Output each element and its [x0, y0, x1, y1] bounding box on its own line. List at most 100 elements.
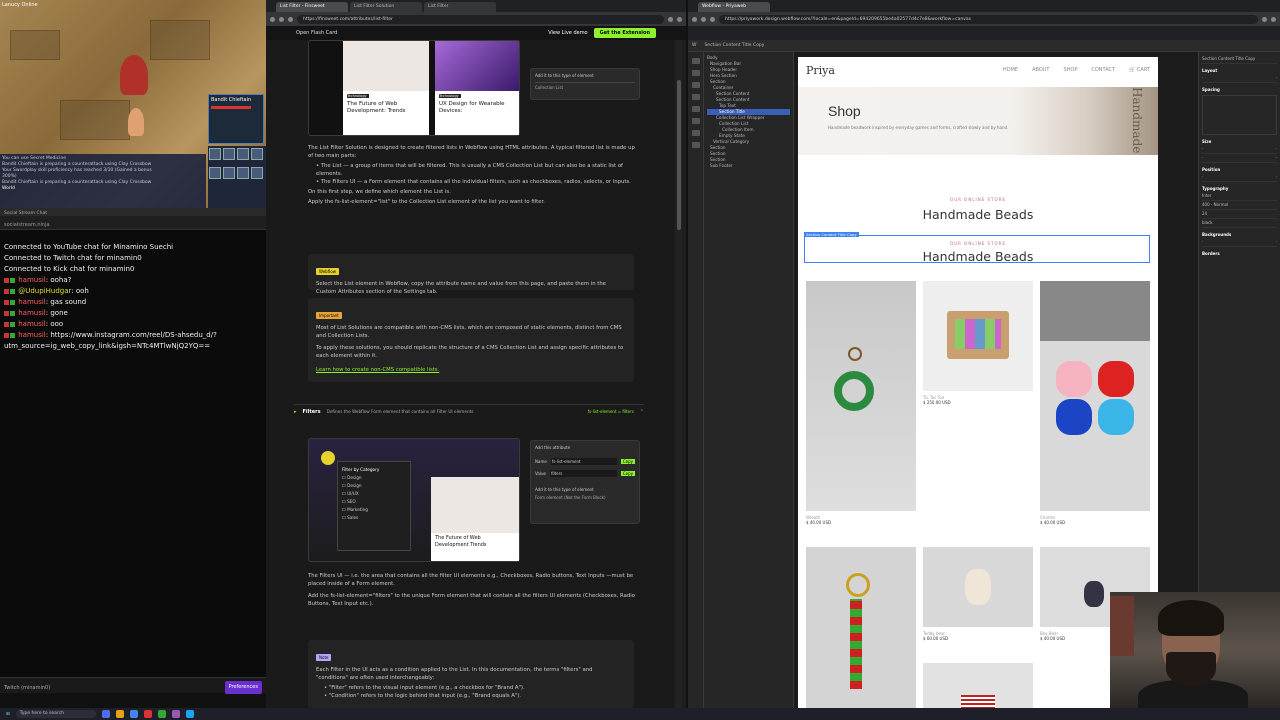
enemy-sprite[interactable] [120, 55, 148, 95]
filters-section-header[interactable]: ▸ Filters Defines the Webflow Form eleme… [294, 404, 644, 418]
get-extension-button[interactable]: Get the Extension [593, 28, 656, 38]
copy-button[interactable]: Copy [620, 459, 635, 464]
url-input[interactable]: https://priyawork.design.webflow.com/?lo… [719, 14, 1258, 24]
product-card[interactable] [806, 547, 916, 708]
assets-icon[interactable] [691, 130, 700, 136]
panel-section-header[interactable]: Borders [1202, 251, 1277, 257]
preferences-button[interactable]: Preferences [224, 681, 262, 694]
skill-slot[interactable] [251, 167, 263, 179]
chat-link[interactable]: https://www.instagram.com/reel/DS-ahsedu… [50, 331, 216, 339]
product-card[interactable]: Tic Tac Toe $ 250.00 USD [923, 281, 1033, 405]
filter-option[interactable]: ☐ Design [342, 482, 406, 490]
extension-icon[interactable] [1262, 16, 1267, 22]
profile-icon[interactable] [1271, 16, 1276, 22]
chevron-up-icon[interactable]: ⌃ [640, 409, 644, 415]
nav-link[interactable]: HOME [1003, 67, 1018, 73]
spacing-box[interactable] [1202, 95, 1277, 135]
product-card[interactable]: Teddy bear $ 60.00 USD [923, 547, 1033, 641]
filter-option[interactable]: ☐ Design [342, 474, 406, 482]
nav-link[interactable]: CONTACT [1091, 67, 1115, 73]
weight-row[interactable]: 400 - Normal [1202, 201, 1277, 210]
chat-link[interactable]: utm_source=ig_web_copy_link&igsh=NTc4MTl… [4, 342, 210, 350]
filter-option[interactable]: ☐ Marketing [342, 506, 406, 514]
product-card[interactable]: Charms $ 40.00 USD [1040, 281, 1150, 525]
filters-attribute-chip[interactable]: fs-list-element = filters [588, 409, 634, 414]
panel-row[interactable]: · · [1202, 145, 1277, 154]
site-preview[interactable]: Priya HOME ABOUT SHOP CONTACT 🛒 CART Sho… [798, 57, 1158, 708]
components-icon[interactable] [691, 94, 700, 100]
app-icon[interactable] [143, 710, 152, 718]
attribute-name-value[interactable]: fs-list-element [550, 458, 617, 465]
panel-row[interactable]: · · [1202, 238, 1277, 247]
scrollbar-thumb[interactable] [677, 80, 681, 230]
reload-icon[interactable] [288, 16, 293, 22]
non-cms-lists-link[interactable]: Learn how to create non-CMS compatible l… [316, 366, 626, 374]
font-row[interactable]: Inter [1202, 192, 1277, 201]
product-card[interactable] [923, 663, 1033, 708]
skill-slot[interactable] [223, 148, 235, 160]
game-chat-tab[interactable]: World [2, 186, 204, 192]
back-icon[interactable] [270, 16, 275, 22]
skill-slot[interactable] [209, 148, 221, 160]
back-icon[interactable] [692, 16, 697, 22]
panel-row[interactable]: · · [1202, 173, 1277, 182]
styles-icon[interactable] [691, 118, 700, 124]
selector-label[interactable]: Section Content Title Copy [1202, 56, 1255, 62]
cart-link[interactable]: 🛒 CART [1129, 67, 1150, 73]
file-explorer-icon[interactable] [115, 710, 124, 718]
windows-start-icon[interactable]: ⊞ [6, 712, 10, 717]
expand-icon[interactable]: ▸ [294, 409, 297, 415]
url-input[interactable]: https://finsweet.com/attributes/list-fil… [297, 14, 664, 24]
obs-icon[interactable] [171, 710, 180, 718]
filter-option[interactable]: ☐ Sales [342, 514, 406, 522]
panel-section-header[interactable]: Spacing [1202, 87, 1277, 93]
size-value[interactable]: 24 [1202, 211, 1207, 217]
browser-tab[interactable]: List Filter - Finsweet [276, 2, 348, 12]
game-window[interactable]: Lanucy Online Bandit Chieftain You can u… [0, 0, 266, 208]
site-logo[interactable]: Priya [806, 64, 835, 77]
skill-slot[interactable] [251, 148, 263, 160]
browser-tab[interactable]: List Filter [424, 2, 496, 12]
browser-tab[interactable]: List Filter Solution [350, 2, 422, 12]
weight-value[interactable]: 400 - Normal [1202, 202, 1228, 208]
live-demo-link[interactable]: View Live demo [548, 30, 587, 36]
taskbar-search[interactable]: Type here to search [15, 710, 96, 718]
selector-row[interactable]: Section Content Title Copy [1202, 55, 1277, 64]
filter-option[interactable]: ☐ SEO [342, 498, 406, 506]
app-icon[interactable] [157, 710, 166, 718]
webflow-logo-icon[interactable]: W [692, 43, 696, 48]
variables-icon[interactable] [691, 106, 700, 112]
panel-row[interactable]: · · [1202, 74, 1277, 83]
navigator-icon[interactable] [691, 82, 700, 88]
product-card[interactable]: Wreath $ 40.00 USD [806, 281, 916, 525]
task-view-icon[interactable] [101, 710, 110, 718]
skill-slot[interactable] [223, 167, 235, 179]
size-row[interactable]: 24 [1202, 210, 1277, 219]
chrome-icon[interactable] [129, 710, 138, 718]
navigator-item[interactable]: Sub Footer [707, 163, 790, 169]
panel-row[interactable]: · · [1202, 154, 1277, 163]
forward-icon[interactable] [279, 16, 284, 22]
reload-icon[interactable] [710, 16, 715, 22]
color-row[interactable]: black [1202, 219, 1277, 228]
color-value[interactable]: black [1202, 220, 1213, 226]
chat-tab-label[interactable]: Social Stream Chat [4, 211, 47, 216]
copy-button[interactable]: Copy [620, 471, 635, 476]
nav-link[interactable]: ABOUT [1032, 67, 1049, 73]
forward-icon[interactable] [701, 16, 706, 22]
nav-link[interactable]: SHOP [1063, 67, 1077, 73]
profile-icon[interactable] [677, 16, 682, 22]
open-flash-card-link[interactable]: Open Flash Card [296, 30, 337, 36]
chat-tab-strip[interactable]: Social Stream Chat [0, 208, 266, 216]
skill-slot[interactable] [209, 167, 221, 179]
pages-icon[interactable] [691, 70, 700, 76]
cms-icon[interactable] [691, 142, 700, 148]
filter-option[interactable]: ☐ UI/UX [342, 490, 406, 498]
skill-slot[interactable] [237, 148, 249, 160]
scrollbar[interactable] [676, 40, 682, 708]
extension-icon[interactable] [668, 16, 673, 22]
app-icon[interactable] [185, 710, 194, 718]
add-icon[interactable] [691, 58, 700, 64]
browser-tab[interactable]: Webflow - Priyaweb [698, 2, 770, 12]
attribute-value-value[interactable]: filters [549, 470, 617, 477]
